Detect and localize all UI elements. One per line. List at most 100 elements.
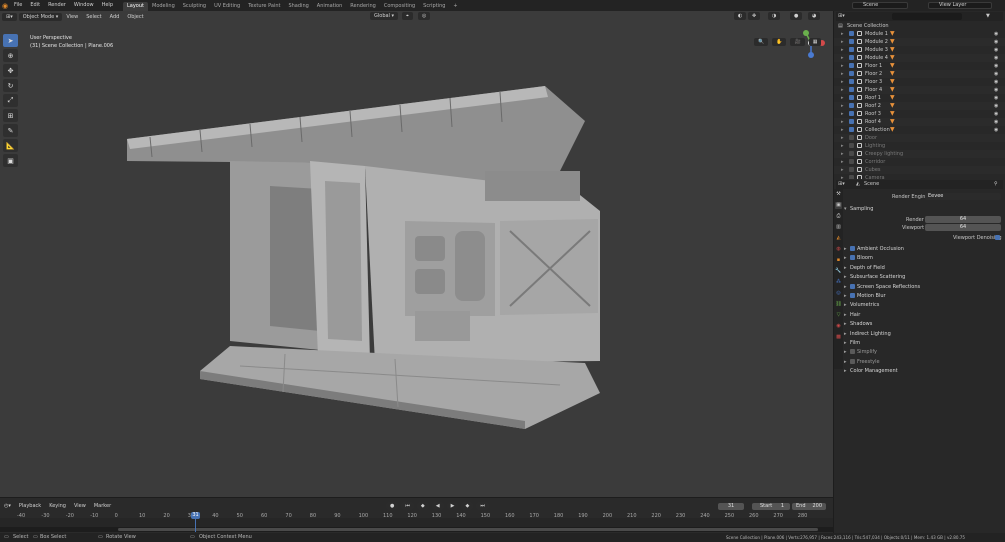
render-panel[interactable]: ▸ Volumetrics (844, 301, 1002, 309)
add-workspace-button[interactable]: + (449, 2, 461, 11)
panel-checkbox[interactable] (850, 358, 855, 364)
particles-tab-icon[interactable]: ⁂ (835, 279, 842, 286)
camera-view-icon[interactable]: 🎥 (790, 38, 805, 46)
playhead[interactable]: 31 (191, 512, 200, 519)
outliner-item[interactable]: ▸ Floor 2 ▼ ◉ (834, 70, 1005, 78)
move-tool-icon[interactable]: ✥ (3, 64, 18, 77)
play-reverse-icon[interactable]: ◀ (431, 502, 444, 510)
snap-icon[interactable]: ⌖ (402, 12, 413, 20)
start-frame-field[interactable]: Start 1 (752, 503, 790, 510)
expand-icon[interactable]: ▸ (841, 30, 844, 38)
tab-shading[interactable]: Shading (284, 2, 312, 11)
menu-edit[interactable]: Edit (26, 0, 44, 11)
render-panel[interactable]: ▸ Shadows (844, 320, 1002, 328)
render-panel[interactable]: ▸ Ambient Occlusion (844, 245, 1002, 253)
outliner-item[interactable]: ▸ Cubes (834, 166, 1005, 174)
menu-marker[interactable]: Marker (90, 503, 115, 509)
outliner-item[interactable]: ▸ Module 2 ▼ ◉ (834, 38, 1005, 46)
panel-checkbox[interactable] (850, 255, 855, 261)
viewport-samples-field[interactable]: 64 (925, 224, 1001, 231)
visibility-icon[interactable]: ◐ (734, 12, 747, 20)
exclude-checkbox[interactable] (849, 55, 854, 60)
outliner-item[interactable]: ▸ Creepy lighting (834, 150, 1005, 158)
exclude-checkbox[interactable] (849, 87, 854, 92)
cursor-tool-icon[interactable]: ⊕ (3, 49, 18, 62)
transform-orientation-dropdown[interactable]: Global ▾ (370, 12, 399, 20)
texture-tab-icon[interactable]: ▩ (835, 334, 842, 341)
visibility-eye-icon[interactable]: ◉ (994, 62, 998, 70)
outliner-item[interactable]: ▸ Roof 1 ▼ ◉ (834, 94, 1005, 102)
menu-view[interactable]: View (62, 14, 82, 20)
tab-modeling[interactable]: Modeling (148, 2, 179, 11)
menu-keying[interactable]: Keying (45, 503, 70, 509)
jump-start-icon[interactable]: ⏮ (401, 502, 414, 510)
visibility-eye-icon[interactable]: ◉ (994, 46, 998, 54)
overlay-icon[interactable]: ◑ (768, 12, 781, 20)
object-mode-dropdown[interactable]: Object Mode ▾ (18, 12, 63, 21)
menu-file[interactable]: File (10, 0, 26, 11)
rotate-tool-icon[interactable]: ↻ (3, 79, 18, 92)
outliner-item[interactable]: ▸ Module 4 ▼ ◉ (834, 54, 1005, 62)
panel-checkbox[interactable] (850, 349, 855, 355)
viewport-denoising-checkbox[interactable] (995, 235, 1000, 240)
menu-add[interactable]: Add (106, 14, 124, 20)
scene-tab-icon[interactable]: ◭ (835, 235, 842, 242)
expand-icon[interactable]: ▸ (841, 94, 844, 102)
expand-icon[interactable]: ▸ (841, 46, 844, 54)
next-keyframe-icon[interactable]: ◆ (461, 502, 474, 510)
editor-type-button[interactable]: ⊞▾ (2, 12, 17, 21)
exclude-checkbox[interactable] (849, 111, 854, 116)
measure-tool-icon[interactable]: 📐 (3, 139, 18, 152)
exclude-checkbox[interactable] (849, 135, 854, 140)
panel-checkbox[interactable] (850, 293, 855, 298)
shading-solid-icon[interactable]: ● (790, 12, 803, 20)
outliner-item[interactable]: ▸ Roof 2 ▼ ◉ (834, 102, 1005, 110)
tool-tab-icon[interactable]: ⚒ (835, 191, 842, 198)
exclude-checkbox[interactable] (849, 103, 854, 108)
visibility-eye-icon[interactable]: ◉ (994, 126, 998, 134)
timeline-scrollbar-thumb[interactable] (118, 528, 818, 531)
timeline-editor-icon[interactable]: ◴▾ (0, 503, 15, 509)
jump-end-icon[interactable]: ⏭ (476, 502, 489, 510)
prev-keyframe-icon[interactable]: ◆ (416, 502, 429, 510)
render-panel[interactable]: ▸ Bloom (844, 254, 1002, 262)
view-layer-tab-icon[interactable]: ▥ (835, 224, 842, 231)
exclude-checkbox[interactable] (849, 31, 854, 36)
output-tab-icon[interactable]: ⎙ (835, 213, 842, 220)
transform-tool-icon[interactable]: ⊞ (3, 109, 18, 122)
expand-icon[interactable]: ▸ (841, 166, 844, 174)
render-panel[interactable]: ▸ Motion Blur (844, 292, 1002, 300)
visibility-eye-icon[interactable]: ◉ (994, 118, 998, 126)
tab-uv-editing[interactable]: UV Editing (210, 2, 244, 11)
sampling-panel[interactable]: ▾ Sampling (844, 205, 1002, 213)
expand-icon[interactable]: ▸ (841, 150, 844, 158)
exclude-checkbox[interactable] (849, 79, 854, 84)
record-icon[interactable]: ● (386, 502, 399, 510)
constraints-tab-icon[interactable]: ⛓ (835, 301, 842, 308)
outliner-search-input[interactable] (892, 13, 962, 20)
current-frame-field[interactable]: 31 (718, 503, 744, 510)
play-icon[interactable]: ▶ (446, 502, 459, 510)
outliner-item[interactable]: ▸ Module 3 ▼ ◉ (834, 46, 1005, 54)
exclude-checkbox[interactable] (849, 127, 854, 132)
render-panel[interactable]: ▸ Freestyle (844, 358, 1002, 366)
expand-icon[interactable]: ▸ (841, 70, 844, 78)
physics-tab-icon[interactable]: ◎ (835, 290, 842, 297)
add-cube-tool-icon[interactable]: ▣ (3, 154, 18, 167)
render-samples-field[interactable]: 64 (925, 216, 1001, 223)
visibility-eye-icon[interactable]: ◉ (994, 38, 998, 46)
pan-hand-icon[interactable]: ✋ (772, 38, 787, 46)
outliner-item[interactable]: ▸ Lighting (834, 142, 1005, 150)
expand-icon[interactable]: ▸ (841, 86, 844, 94)
world-tab-icon[interactable]: ◍ (835, 246, 842, 253)
outliner-item[interactable]: ▸ Roof 4 ▼ ◉ (834, 118, 1005, 126)
tab-layout[interactable]: Layout (123, 1, 148, 11)
properties-editor-icon[interactable]: ⊞▾ (838, 181, 845, 187)
exclude-checkbox[interactable] (849, 119, 854, 124)
expand-icon[interactable]: ▸ (841, 38, 844, 46)
outliner-item[interactable]: ▸ Corridor (834, 158, 1005, 166)
timeline-scrollbar[interactable] (0, 527, 833, 532)
exclude-checkbox[interactable] (849, 159, 854, 164)
expand-icon[interactable]: ▸ (841, 118, 844, 126)
expand-icon[interactable]: ▸ (841, 134, 844, 142)
